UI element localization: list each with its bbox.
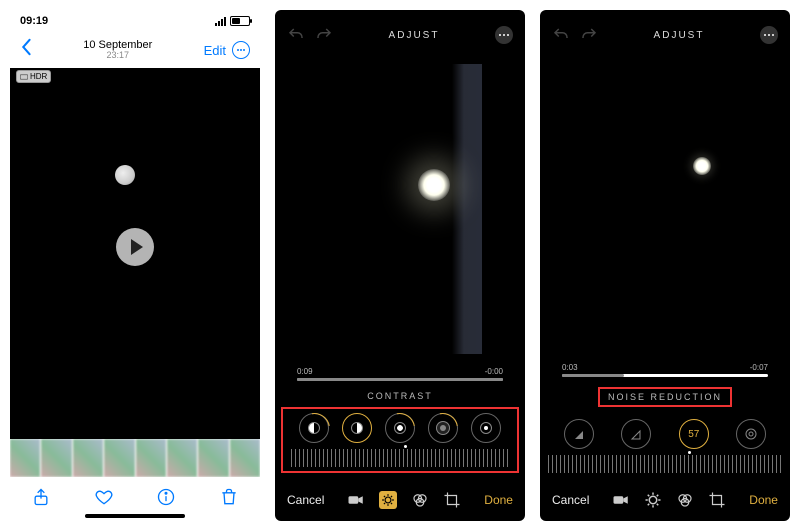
video-timeline[interactable]: 0:09 -0:00 — [275, 367, 525, 381]
editor-mode-tools — [612, 491, 726, 509]
dial-sharpness-high[interactable] — [621, 419, 651, 449]
dial-contrast-3[interactable] — [385, 413, 415, 443]
redo-button[interactable] — [315, 26, 333, 44]
back-button[interactable] — [20, 38, 32, 62]
play-button[interactable] — [116, 228, 154, 266]
date-line-2: 23:17 — [83, 51, 152, 61]
undo-button[interactable] — [552, 26, 570, 44]
status-bar: 09:19 — [10, 10, 260, 32]
moon-image — [115, 165, 135, 185]
time-remaining: -0:00 — [485, 367, 503, 376]
thumbnail-strip[interactable] — [10, 439, 260, 477]
editor-screen-contrast: ADJUST 0:09 -0:00 CONTRAST Cancel — [275, 10, 525, 521]
editor-canvas[interactable] — [275, 54, 525, 363]
hdr-badge: HDR — [16, 70, 51, 83]
crop-tool-icon[interactable] — [708, 491, 726, 509]
adjustment-dials: 57 — [540, 419, 790, 449]
dial-vignette[interactable] — [736, 419, 766, 449]
dial-brightness[interactable] — [428, 413, 458, 443]
done-button[interactable]: Done — [749, 493, 778, 507]
editor-screen-noise: ADJUST 0:03 -0:07 NOISE REDUCTION 57 Can… — [540, 10, 790, 521]
dial-contrast-2[interactable] — [342, 413, 372, 443]
signal-icon — [215, 17, 226, 26]
adjust-tool-icon[interactable] — [379, 491, 397, 509]
adjust-tool-icon[interactable] — [644, 491, 662, 509]
status-right — [215, 16, 250, 26]
more-button[interactable] — [495, 26, 513, 44]
adjust-slider[interactable] — [291, 449, 509, 467]
more-button[interactable] — [232, 41, 250, 59]
cancel-button[interactable]: Cancel — [552, 493, 589, 507]
dial-sharpness-low[interactable] — [564, 419, 594, 449]
undo-button[interactable] — [287, 26, 305, 44]
more-button[interactable] — [760, 26, 778, 44]
photos-viewer-screen: 09:19 10 September 23:17 Edit HDR — [10, 10, 260, 521]
editor-bottom-bar: Cancel Done — [275, 479, 525, 521]
info-icon[interactable] — [156, 487, 176, 512]
nav-bar: 10 September 23:17 Edit — [10, 32, 260, 68]
cloud-edge — [452, 64, 482, 354]
media-canvas[interactable] — [10, 68, 260, 439]
moon-image — [418, 169, 450, 201]
dial-vignette[interactable] — [471, 413, 501, 443]
editor-top-bar: ADJUST — [275, 16, 525, 54]
redo-button[interactable] — [580, 26, 598, 44]
photo-date-title: 10 September 23:17 — [83, 39, 152, 61]
edit-button[interactable]: Edit — [204, 43, 226, 58]
editor-mode-tools — [347, 491, 461, 509]
adjustment-dials — [283, 413, 517, 443]
filters-tool-icon[interactable] — [411, 491, 429, 509]
battery-icon — [230, 16, 250, 26]
trash-icon[interactable] — [219, 487, 239, 512]
time-elapsed: 0:09 — [297, 367, 313, 376]
cancel-button[interactable]: Cancel — [287, 493, 324, 507]
adjust-param-label: NOISE REDUCTION — [598, 387, 732, 407]
filters-tool-icon[interactable] — [676, 491, 694, 509]
video-timeline[interactable]: 0:03 -0:07 — [540, 363, 790, 377]
moon-image — [693, 157, 711, 175]
editor-top-bar: ADJUST — [540, 16, 790, 54]
video-tool-icon[interactable] — [612, 491, 630, 509]
adjust-slider[interactable] — [548, 455, 782, 473]
highlight-annotation — [281, 407, 519, 473]
done-button[interactable]: Done — [484, 493, 513, 507]
editor-canvas[interactable] — [540, 54, 790, 359]
editor-bottom-bar: Cancel Done — [540, 479, 790, 521]
time-remaining: -0:07 — [750, 363, 768, 372]
status-time: 09:19 — [20, 15, 48, 27]
editor-title: ADJUST — [654, 30, 705, 41]
time-elapsed: 0:03 — [562, 363, 578, 372]
dial-contrast-1[interactable] — [299, 413, 329, 443]
share-icon[interactable] — [31, 487, 51, 512]
dial-noise-reduction[interactable]: 57 — [679, 419, 709, 449]
video-tool-icon[interactable] — [347, 491, 365, 509]
crop-tool-icon[interactable] — [443, 491, 461, 509]
home-indicator[interactable] — [85, 514, 185, 518]
adjust-param-label: CONTRAST — [275, 391, 525, 401]
heart-icon[interactable] — [94, 487, 114, 512]
editor-title: ADJUST — [389, 30, 440, 41]
